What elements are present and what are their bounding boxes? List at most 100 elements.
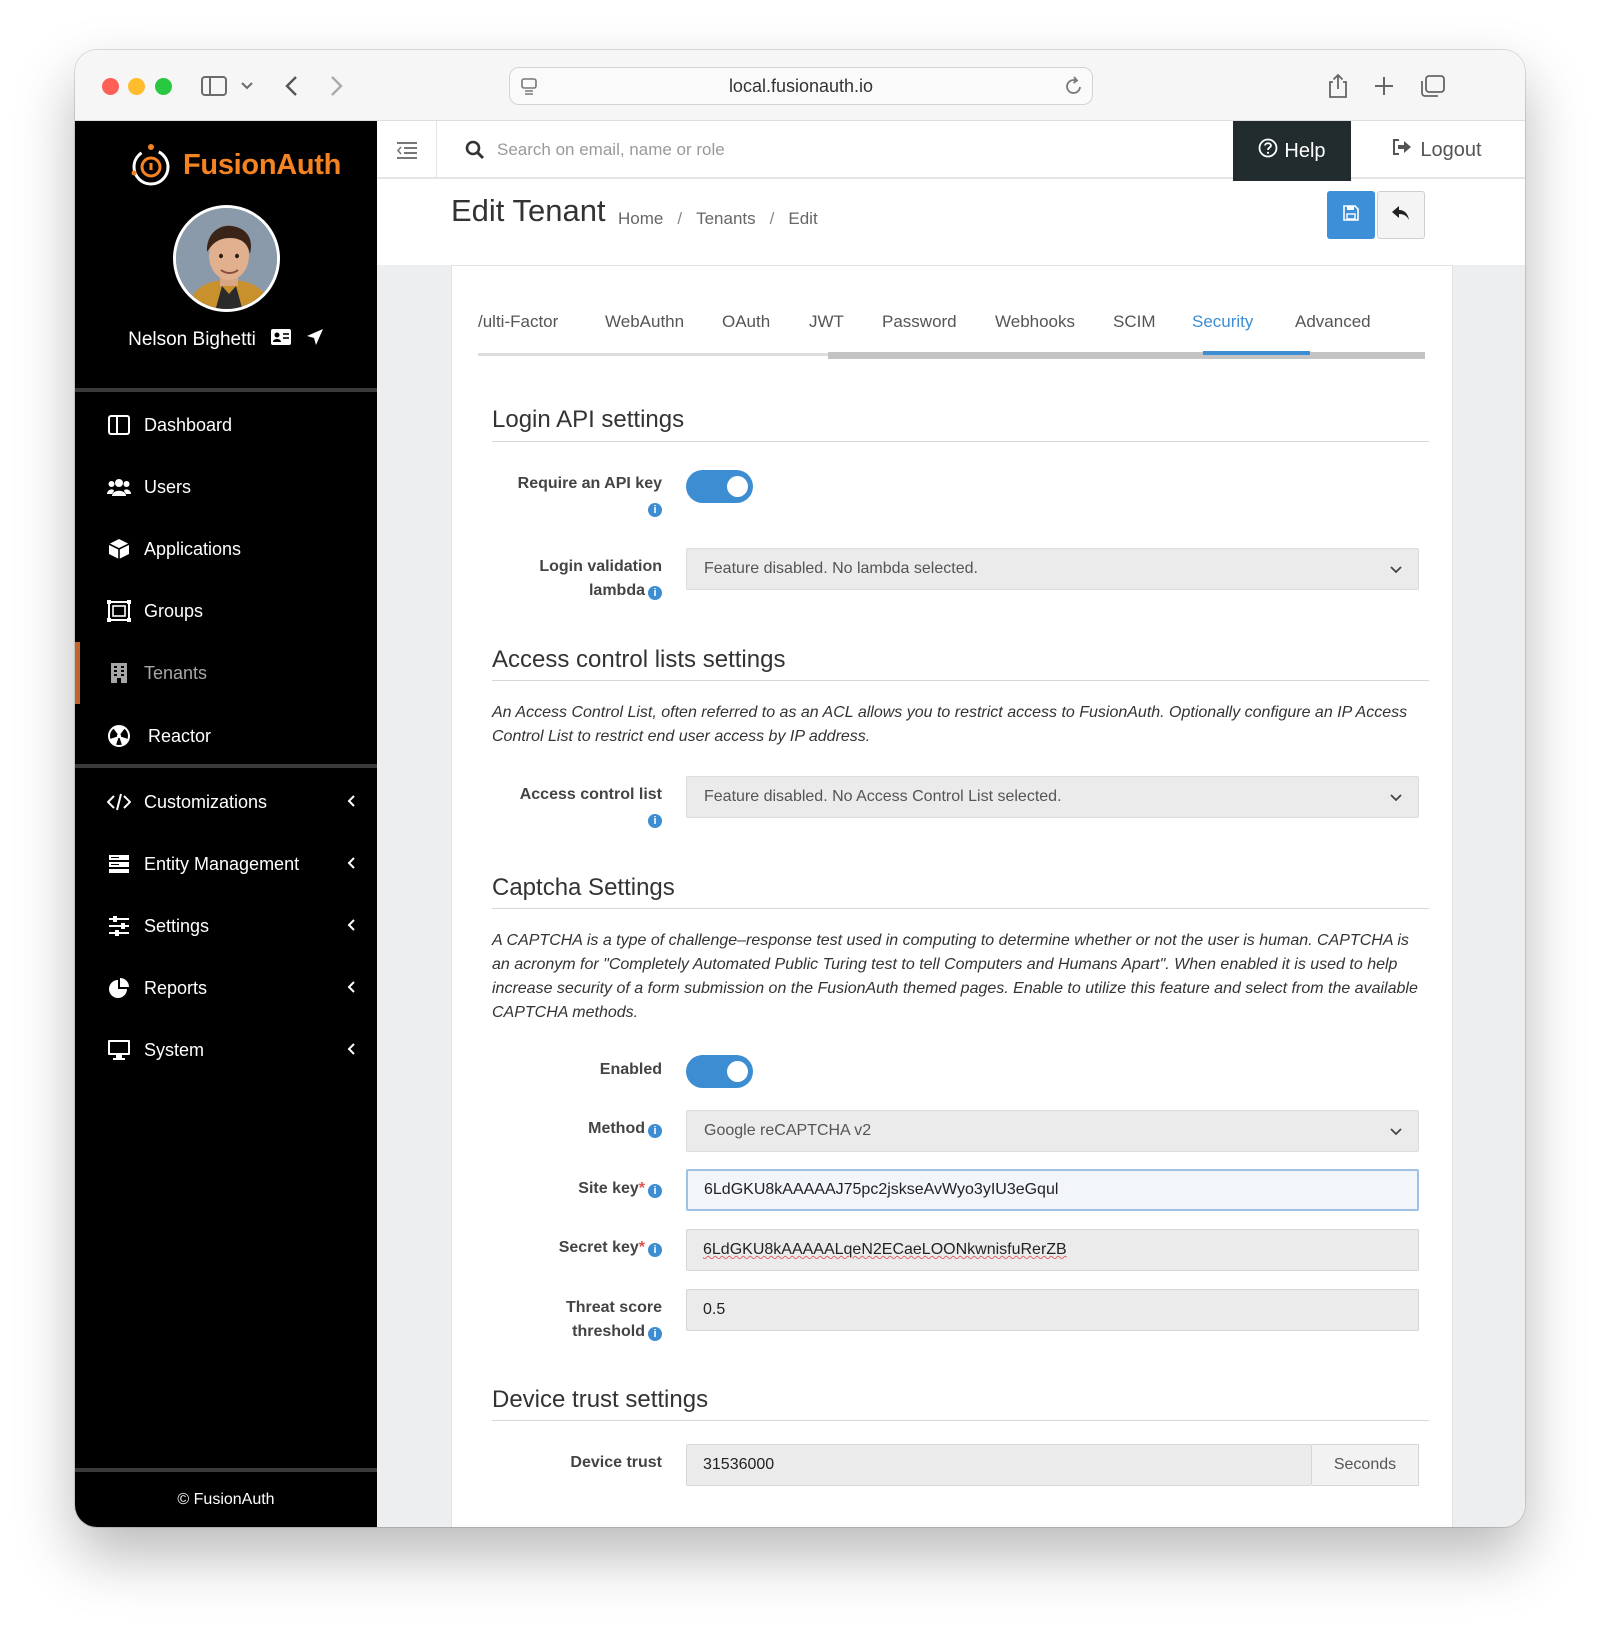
location-arrow-icon[interactable]: [306, 328, 324, 352]
dashboard-icon: [107, 413, 131, 437]
sidebar-item-entity-management[interactable]: Entity Management: [75, 833, 377, 895]
tab-scroll-track: [478, 353, 828, 356]
acl-description: An Access Control List, often referred t…: [492, 704, 1408, 745]
acl-section-title: Access control lists settings: [492, 646, 786, 673]
info-icon[interactable]: i: [648, 1243, 662, 1257]
groups-icon: [107, 599, 131, 623]
sidebar-item-system[interactable]: System: [75, 1019, 377, 1081]
save-button[interactable]: [1327, 191, 1375, 239]
secret-key-input[interactable]: [686, 1229, 1419, 1271]
minimize-window-button[interactable]: [128, 78, 145, 95]
sidebar-item-groups[interactable]: Groups: [75, 580, 377, 642]
require-api-key-toggle[interactable]: [686, 470, 753, 503]
sidebar-item-label: Settings: [144, 915, 210, 936]
breadcrumb-home[interactable]: Home: [618, 209, 663, 229]
tab-security[interactable]: Security: [1192, 312, 1253, 332]
avatar[interactable]: [173, 205, 280, 312]
secret-key-label: Secret key* i: [559, 1236, 662, 1260]
captcha-description: A CAPTCHA is a type of challenge–respons…: [492, 932, 1418, 1021]
tab-jwt[interactable]: JWT: [809, 312, 844, 332]
login-validation-lambda-select[interactable]: Feature disabled. No lambda selected.: [686, 548, 1419, 590]
url-text: local.fusionauth.io: [728, 75, 874, 96]
cube-icon: [107, 537, 131, 561]
info-icon[interactable]: i: [648, 1184, 662, 1198]
tab-scrollbar[interactable]: [828, 352, 1425, 359]
site-key-text: Site key: [578, 1180, 639, 1197]
back-button[interactable]: [1377, 191, 1425, 239]
new-tab-icon[interactable]: [1371, 68, 1397, 104]
captcha-method-label: Method i: [588, 1117, 662, 1141]
reload-icon[interactable]: [1064, 75, 1084, 102]
menu-toggle-icon[interactable]: [377, 121, 437, 179]
id-card-icon[interactable]: [270, 328, 292, 352]
threshold-text-line-2: threshold: [572, 1323, 645, 1340]
sidebar-item-settings[interactable]: Settings: [75, 895, 377, 957]
sidebar-item-reactor[interactable]: Reactor: [75, 705, 377, 767]
breadcrumb-separator: /: [769, 209, 775, 228]
tab-oauth[interactable]: OAuth: [722, 312, 770, 332]
chevron-down-icon: [1390, 1123, 1402, 1144]
sidebar-item-dashboard[interactable]: Dashboard: [75, 394, 377, 456]
main-content: /ulti-Factor WebAuthn OAuth JWT Password…: [377, 265, 1525, 1527]
site-info-icon[interactable]: [520, 77, 538, 102]
question-circle-icon: [1258, 138, 1278, 164]
code-icon: [107, 790, 131, 814]
tab-password[interactable]: Password: [882, 312, 957, 332]
sidebar: FusionAuth Nelson Bighetti Dashboard Use…: [75, 121, 377, 1527]
info-icon[interactable]: i: [648, 1124, 662, 1138]
tab-overview-icon[interactable]: [1419, 68, 1447, 104]
captcha-enabled-label: Enabled: [599, 1061, 662, 1078]
logout-button[interactable]: Logout: [1367, 121, 1507, 179]
search-input[interactable]: [497, 133, 1197, 167]
sidebar-item-users[interactable]: Users: [75, 456, 377, 518]
sidebar-divider: [75, 388, 377, 392]
sidebar-item-applications[interactable]: Applications: [75, 518, 377, 580]
sign-out-icon: [1392, 138, 1412, 162]
sidebar-item-label: Reactor: [148, 725, 212, 746]
toggle-knob: [727, 1061, 748, 1082]
reactor-icon: [107, 724, 131, 748]
zoom-window-button[interactable]: [155, 78, 172, 95]
tab-advanced[interactable]: Advanced: [1295, 312, 1371, 332]
access-control-list-select[interactable]: Feature disabled. No Access Control List…: [686, 776, 1419, 818]
share-icon[interactable]: [1325, 68, 1351, 104]
address-bar[interactable]: local.fusionauth.io: [509, 67, 1093, 105]
info-icon[interactable]: i: [648, 814, 662, 828]
secret-key-text: Secret key: [558, 1239, 639, 1256]
forward-icon[interactable]: [325, 68, 349, 104]
sidebar-toggle-icon[interactable]: [199, 68, 229, 104]
captcha-method-select[interactable]: Google reCAPTCHA v2: [686, 1110, 1419, 1152]
threat-score-threshold-input[interactable]: [686, 1289, 1419, 1331]
tab-multi-factor[interactable]: /ulti-Factor: [478, 312, 558, 332]
sidebar-item-tenants[interactable]: Tenants: [75, 642, 377, 704]
info-icon[interactable]: i: [648, 503, 662, 517]
active-tab-indicator: [1203, 351, 1310, 355]
reply-icon: [1391, 204, 1411, 227]
breadcrumb-tenants[interactable]: Tenants: [696, 209, 756, 229]
sidebar-item-label: Tenants: [144, 662, 208, 683]
site-key-input[interactable]: [686, 1169, 1419, 1211]
tab-webauthn[interactable]: WebAuthn: [605, 312, 684, 332]
chevron-down-icon[interactable]: [239, 68, 255, 104]
building-icon: [107, 661, 131, 685]
access-control-list-label: Access control list i: [520, 783, 662, 831]
sliders-icon: [107, 914, 131, 938]
logout-label: Logout: [1420, 138, 1482, 161]
required-marker: *: [638, 1239, 645, 1256]
info-icon[interactable]: i: [648, 1327, 662, 1341]
close-window-button[interactable]: [102, 78, 119, 95]
captcha-enabled-toggle[interactable]: [686, 1055, 753, 1088]
help-button[interactable]: Help: [1233, 121, 1351, 181]
tab-webhooks[interactable]: Webhooks: [995, 312, 1075, 332]
section-divider: [492, 680, 1429, 681]
fusionauth-logo[interactable]: FusionAuth: [127, 141, 341, 189]
sidebar-item-customizations[interactable]: Customizations: [75, 771, 377, 833]
info-icon[interactable]: i: [648, 586, 662, 600]
device-trust-input[interactable]: [686, 1444, 1312, 1486]
back-icon[interactable]: [279, 68, 303, 104]
require-api-key-label: Require an API key i: [518, 472, 662, 520]
sidebar-item-reports[interactable]: Reports: [75, 957, 377, 1019]
section-divider: [492, 441, 1429, 442]
sidebar-item-label: Users: [144, 476, 192, 497]
tab-scim[interactable]: SCIM: [1113, 312, 1156, 332]
